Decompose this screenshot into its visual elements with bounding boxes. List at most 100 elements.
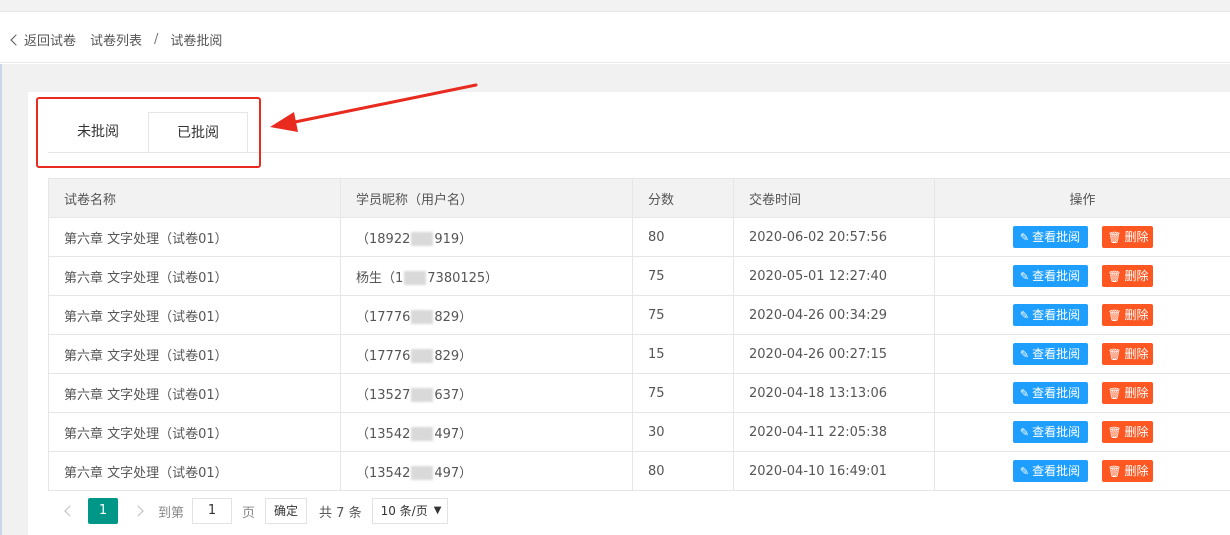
delete-label: 删除 xyxy=(1124,230,1149,244)
pencil-icon: ✎ xyxy=(1019,309,1030,322)
next-page-icon[interactable] xyxy=(132,505,144,517)
trash-icon: 🗑 xyxy=(1107,465,1122,478)
delete-label: 删除 xyxy=(1124,347,1149,361)
header-actions: 操作 xyxy=(934,178,1230,218)
paper-name-cell: 第六章 文字处理（试卷01） xyxy=(48,217,341,257)
confirm-button[interactable]: 确定 xyxy=(265,498,308,524)
goto-page-input[interactable]: 1 xyxy=(192,498,233,524)
delete-label: 删除 xyxy=(1124,386,1149,400)
annotation-arrow xyxy=(270,83,478,132)
tab-unreviewed[interactable]: 未批阅 xyxy=(48,112,148,152)
submit-time-cell: 2020-04-26 00:27:15 xyxy=(733,334,935,374)
student-name-end: 919） xyxy=(434,231,473,247)
pagination: 1 到第 1 页 确定 共 7 条 10 条/页 ▼ xyxy=(48,491,449,531)
pencil-icon: ✎ xyxy=(1019,231,1030,244)
view-review-button[interactable]: ✎ 查看批阅 xyxy=(1012,460,1088,482)
table-header-row: 试卷名称 学员昵称（用户名） 分数 交卷时间 操作 xyxy=(48,178,1230,218)
view-review-label: 查看批阅 xyxy=(1032,464,1081,478)
chevron-left-icon[interactable] xyxy=(10,34,22,46)
view-review-button[interactable]: ✎ 查看批阅 xyxy=(1012,421,1088,443)
student-name-start: （18922 xyxy=(356,231,411,247)
page-size-select[interactable]: 10 条/页 ▼ xyxy=(371,498,449,524)
paper-name-cell: 第六章 文字处理（试卷01） xyxy=(48,256,341,296)
student-name-start: （13542 xyxy=(356,426,411,442)
page-label: 页 xyxy=(242,505,256,521)
paper-name-cell: 第六章 文字处理（试卷01） xyxy=(48,412,341,452)
trash-icon: 🗑 xyxy=(1107,270,1122,283)
view-review-button[interactable]: ✎ 查看批阅 xyxy=(1012,343,1088,365)
prev-page-icon[interactable] xyxy=(64,505,76,517)
actions-cell: ✎ 查看批阅 🗑 删除 xyxy=(934,451,1230,491)
redacted-block xyxy=(404,271,427,285)
actions-cell: ✎ 查看批阅 🗑 删除 xyxy=(934,412,1230,452)
view-review-label: 查看批阅 xyxy=(1032,269,1081,283)
delete-button[interactable]: 🗑 删除 xyxy=(1101,460,1153,482)
pencil-icon: ✎ xyxy=(1019,465,1030,478)
student-name-end: 829） xyxy=(434,309,473,325)
view-review-label: 查看批阅 xyxy=(1032,347,1081,361)
header-submit-time: 交卷时间 xyxy=(733,178,935,218)
paper-name-cell: 第六章 文字处理（试卷01） xyxy=(48,451,341,491)
score-cell: 15 xyxy=(632,334,734,374)
submit-time-cell: 2020-04-11 22:05:38 xyxy=(733,412,935,452)
score-cell: 75 xyxy=(632,373,734,413)
redacted-block xyxy=(411,427,434,441)
table-row: 第六章 文字处理（试卷01） 杨生（1 7380125） 75 2020-05-01 1… xyxy=(48,256,1230,296)
breadcrumb: 返回试卷 试卷列表 / 试卷批阅 xyxy=(10,30,223,49)
view-review-button[interactable]: ✎ 查看批阅 xyxy=(1012,226,1088,248)
top-strip xyxy=(0,0,1230,12)
view-review-label: 查看批阅 xyxy=(1032,425,1081,439)
paper-name-cell: 第六章 文字处理（试卷01） xyxy=(48,373,341,413)
table-row: 第六章 文字处理（试卷01） （13542 497） 80 2020-04-10 16:… xyxy=(48,451,1230,491)
table-row: 第六章 文字处理（试卷01） （17776 829） 15 2020-04-26 00:… xyxy=(48,334,1230,374)
paper-name-cell: 第六章 文字处理（试卷01） xyxy=(48,295,341,335)
pencil-icon: ✎ xyxy=(1019,348,1030,361)
tab-reviewed[interactable]: 已批阅 xyxy=(148,112,248,152)
review-table: 试卷名称 学员昵称（用户名） 分数 交卷时间 操作 第六章 文字处理（试卷01）… xyxy=(48,178,1230,491)
redacted-block xyxy=(411,349,434,363)
pencil-icon: ✎ xyxy=(1019,426,1030,439)
actions-cell: ✎ 查看批阅 🗑 删除 xyxy=(934,217,1230,257)
table-row: 第六章 文字处理（试卷01） （17776 829） 75 2020-04-26 00:… xyxy=(48,295,1230,335)
back-link[interactable]: 返回试卷 xyxy=(24,30,76,49)
delete-label: 删除 xyxy=(1124,464,1149,478)
current-page[interactable]: 1 xyxy=(88,498,118,524)
total-count: 共 7 条 xyxy=(319,505,362,521)
student-name-start: （13527 xyxy=(356,387,411,403)
breadcrumb-list-link[interactable]: 试卷列表 xyxy=(90,30,142,49)
view-review-button[interactable]: ✎ 查看批阅 xyxy=(1012,382,1088,404)
view-review-button[interactable]: ✎ 查看批阅 xyxy=(1012,304,1088,326)
delete-button[interactable]: 🗑 删除 xyxy=(1101,304,1153,326)
trash-icon: 🗑 xyxy=(1107,387,1122,400)
submit-time-cell: 2020-05-01 12:27:40 xyxy=(733,256,935,296)
submit-time-cell: 2020-04-18 13:13:06 xyxy=(733,373,935,413)
delete-button[interactable]: 🗑 删除 xyxy=(1101,343,1153,365)
actions-cell: ✎ 查看批阅 🗑 删除 xyxy=(934,373,1230,413)
pencil-icon: ✎ xyxy=(1019,387,1030,400)
view-review-button[interactable]: ✎ 查看批阅 xyxy=(1012,265,1088,287)
breadcrumb-current: 试卷批阅 xyxy=(170,34,223,49)
delete-button[interactable]: 🗑 删除 xyxy=(1101,226,1153,248)
student-name-start: （17776 xyxy=(356,348,411,364)
student-cell: （17776 829） xyxy=(340,334,633,374)
redacted-block xyxy=(411,388,434,402)
caret-down-icon: ▼ xyxy=(433,505,442,516)
delete-button[interactable]: 🗑 删除 xyxy=(1101,382,1153,404)
page-size-value: 10 条/页 xyxy=(380,504,428,518)
student-cell: （17776 829） xyxy=(340,295,633,335)
table-row: 第六章 文字处理（试卷01） （13542 497） 30 2020-04-11 22:… xyxy=(48,412,1230,452)
header-student: 学员昵称（用户名） xyxy=(340,178,633,218)
student-name-start: （13542 xyxy=(356,465,411,481)
score-cell: 30 xyxy=(632,412,734,452)
student-cell: 杨生（1 7380125） xyxy=(340,256,633,296)
actions-cell: ✎ 查看批阅 🗑 删除 xyxy=(934,334,1230,374)
redacted-block xyxy=(411,310,434,324)
delete-button[interactable]: 🗑 删除 xyxy=(1101,265,1153,287)
redacted-block xyxy=(411,232,434,246)
student-name-start: 杨生（1 xyxy=(356,270,404,286)
tab-divider xyxy=(48,152,1230,153)
score-cell: 75 xyxy=(632,256,734,296)
delete-button[interactable]: 🗑 删除 xyxy=(1101,421,1153,443)
trash-icon: 🗑 xyxy=(1107,348,1122,361)
pencil-icon: ✎ xyxy=(1019,270,1030,283)
